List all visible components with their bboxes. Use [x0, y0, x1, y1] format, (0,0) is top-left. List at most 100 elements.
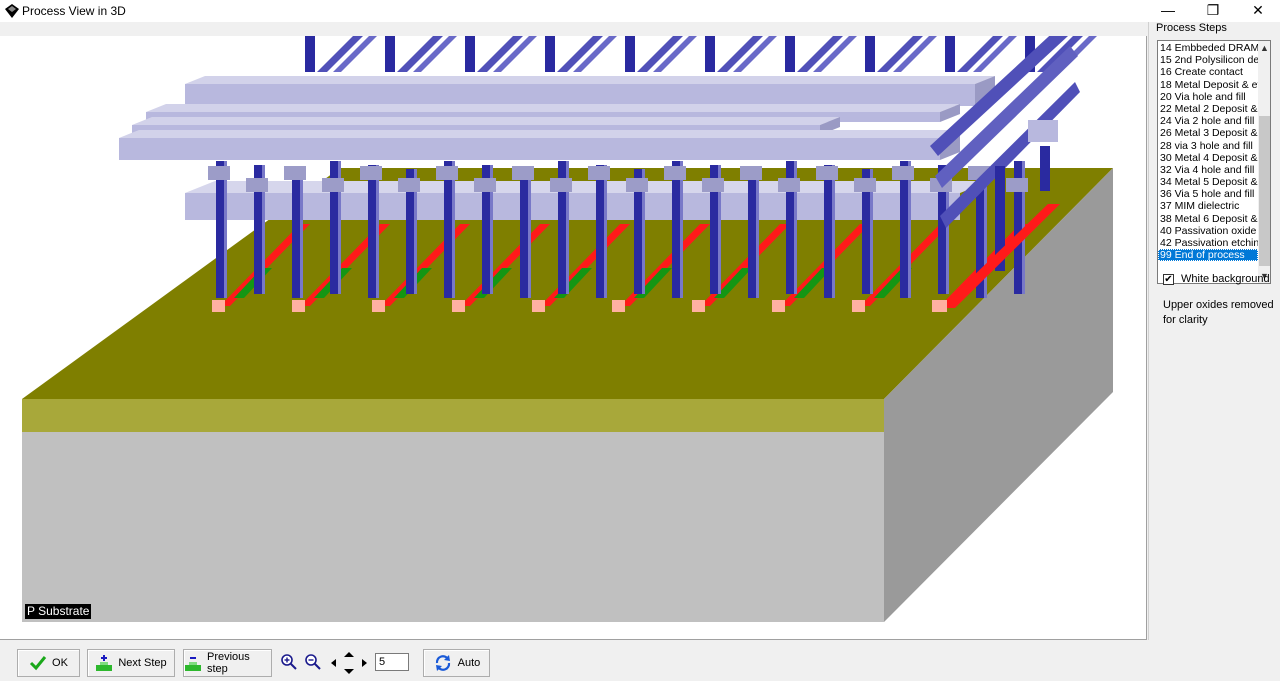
process-step-item[interactable]: 20 Via hole and fill: [1158, 91, 1258, 103]
via-cap: [778, 178, 800, 192]
process-step-item[interactable]: 38 Metal 6 Deposit &: [1158, 213, 1258, 225]
right-via-post: [1040, 146, 1050, 191]
process-steps-listbox[interactable]: 14 Embbeded DRAM 15 2nd Polysilicon dep 16…: [1157, 40, 1271, 284]
process-step-item[interactable]: 30 Metal 4 Deposit &: [1158, 152, 1258, 164]
via-post-shade: [832, 165, 835, 298]
contact-pad: [692, 300, 705, 312]
zoom-out-icon[interactable]: [304, 653, 322, 671]
previous-step-button[interactable]: Previous step: [183, 649, 272, 677]
process-step-item[interactable]: 15 2nd Polysilicon dep: [1158, 54, 1258, 66]
process-step-item[interactable]: 42 Passivation etchin: [1158, 237, 1258, 249]
process-3d-scene[interactable]: [0, 36, 1147, 640]
via-post-shade: [376, 165, 379, 298]
minimize-button[interactable]: —: [1145, 0, 1191, 22]
white-background-checkbox[interactable]: ✔: [1163, 274, 1174, 285]
substrate-front-face: [22, 432, 884, 622]
via-post: [216, 161, 224, 298]
zoom-in-icon[interactable]: [280, 653, 298, 671]
process-step-item[interactable]: 16 Create contact: [1158, 66, 1258, 78]
contact-pad: [212, 300, 225, 312]
close-button[interactable]: ✕: [1235, 0, 1280, 22]
process-steps-list[interactable]: 14 Embbeded DRAM 15 2nd Polysilicon dep 16…: [1158, 42, 1258, 262]
top-metal-post: [945, 36, 955, 72]
metal-bar-4-top: [119, 130, 960, 138]
via-post: [596, 165, 604, 298]
white-background-label[interactable]: White background: [1181, 273, 1270, 285]
contact-pad: [772, 300, 785, 312]
step-count-input[interactable]: [375, 653, 409, 671]
metal-bar-1-top: [185, 76, 995, 84]
top-metal-post: [465, 36, 475, 72]
via-post-shade: [300, 169, 303, 298]
side-panel: Process Steps 14 Embbeded DRAM 15 2nd Pol…: [1148, 22, 1280, 640]
via-cap: [246, 178, 268, 192]
via-cap: [588, 166, 610, 180]
scroll-up-icon[interactable]: ▲: [1258, 41, 1270, 55]
via-cap: [550, 178, 572, 192]
3d-viewport[interactable]: P Substrate: [0, 36, 1147, 640]
steps-scrollbar[interactable]: ▲ ▼: [1258, 41, 1270, 283]
ok-button[interactable]: OK: [17, 649, 80, 677]
contact-pad: [612, 300, 625, 312]
via-cap: [322, 178, 344, 192]
via-post-shade: [452, 161, 455, 298]
top-metal-post: [785, 36, 795, 72]
auto-rotate-icon: [435, 655, 450, 671]
process-step-item[interactable]: 24 Via 2 hole and fill: [1158, 115, 1258, 127]
via-post-shade: [528, 169, 531, 298]
process-step-item[interactable]: 18 Metal Deposit & et: [1158, 79, 1258, 91]
process-step-item[interactable]: 32 Via 4 hole and fill: [1158, 164, 1258, 176]
via-cap: [436, 166, 458, 180]
previous-step-label: Previous step: [207, 651, 250, 675]
contact-pad: [532, 300, 545, 312]
process-view-window: Process View in 3D — ❐ ✕ P Substrate Pro…: [0, 0, 1280, 681]
checkmark-icon: [29, 656, 47, 671]
via-post: [900, 161, 908, 298]
right-metal-block: [1028, 120, 1058, 142]
via-cap: [284, 166, 306, 180]
ok-label: OK: [52, 657, 68, 669]
via-cap: [854, 178, 876, 192]
process-step-item[interactable]: 14 Embbeded DRAM: [1158, 42, 1258, 54]
next-step-label: Next Step: [118, 657, 167, 669]
via-post: [824, 165, 832, 298]
via-post: [672, 161, 680, 298]
scrollbar-thumb[interactable]: [1259, 116, 1270, 266]
metal-bar-2-top: [146, 104, 960, 112]
via-post-shade: [908, 161, 911, 298]
pan-arrows-icon[interactable]: [329, 651, 369, 675]
layer-label: P Substrate: [25, 604, 92, 619]
top-metal-post: [385, 36, 395, 72]
process-step-item[interactable]: 37 MIM dielectric: [1158, 200, 1258, 212]
via-cap: [208, 166, 230, 180]
via-post-shade: [680, 161, 683, 298]
top-metal-post: [545, 36, 555, 72]
via-cap: [816, 166, 838, 180]
process-step-item[interactable]: 34 Metal 5 Deposit &: [1158, 176, 1258, 188]
via-post: [748, 169, 756, 298]
substrate-well-band: [22, 399, 884, 432]
via-post-shade: [756, 169, 759, 298]
metal-bar-4-front: [119, 138, 940, 160]
via-post: [520, 169, 528, 298]
restore-button[interactable]: ❐: [1190, 0, 1236, 22]
contact-pad: [292, 300, 305, 312]
process-step-item[interactable]: 40 Passivation oxide d: [1158, 225, 1258, 237]
next-step-button[interactable]: Next Step: [87, 649, 175, 677]
via-post-shade: [224, 161, 227, 298]
via-post: [292, 169, 300, 298]
via-cap: [398, 178, 420, 192]
process-step-item[interactable]: 26 Metal 3 Deposit &: [1158, 127, 1258, 139]
process-step-item[interactable]: 99 End of process: [1158, 249, 1258, 262]
process-steps-title: Process Steps: [1156, 22, 1227, 34]
title-bar: Process View in 3D — ❐ ✕: [0, 0, 1280, 22]
via-cap: [512, 166, 534, 180]
metal-bar-1-front: [185, 84, 975, 106]
via-cap: [474, 178, 496, 192]
process-step-item[interactable]: 22 Metal 2 Deposit &: [1158, 103, 1258, 115]
auto-button[interactable]: Auto: [423, 649, 490, 677]
top-metal-post: [705, 36, 715, 72]
via-cap: [740, 166, 762, 180]
process-step-item[interactable]: 28 via 3 hole and fill: [1158, 140, 1258, 152]
process-step-item[interactable]: 36 Via 5 hole and fill: [1158, 188, 1258, 200]
